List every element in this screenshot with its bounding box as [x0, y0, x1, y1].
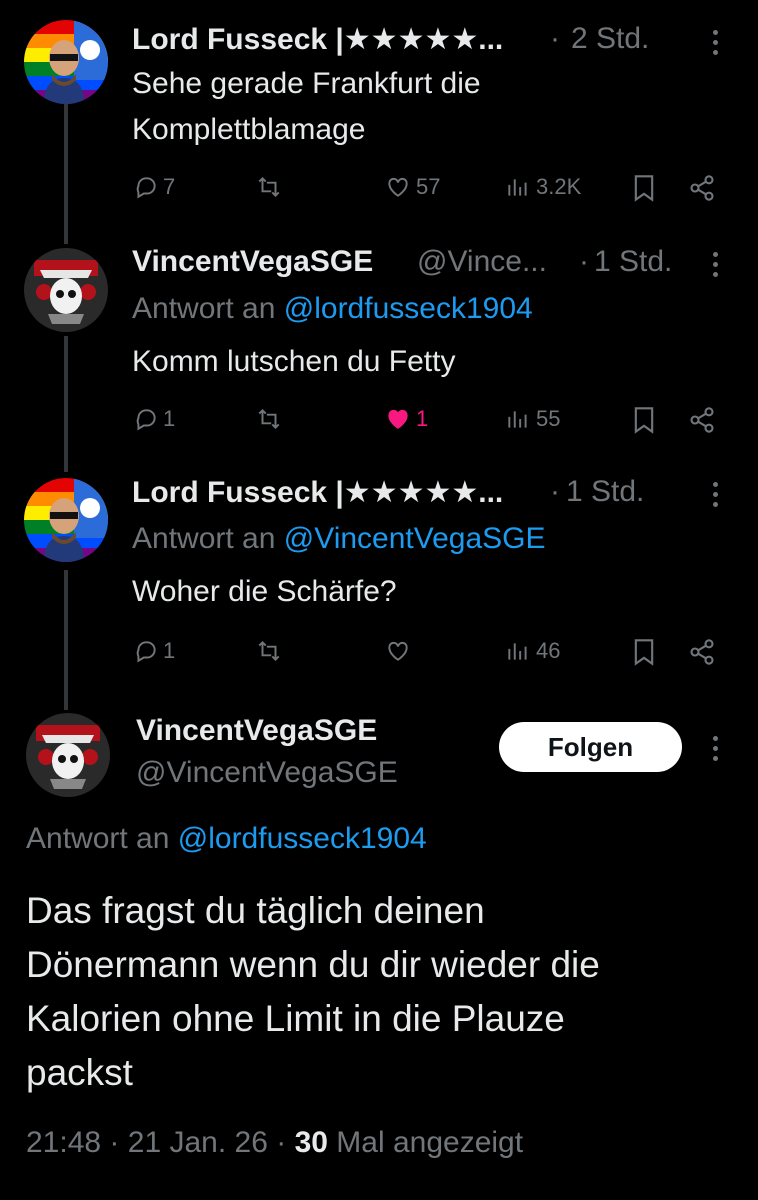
separator: ·	[550, 22, 560, 55]
views-button[interactable]: 55	[504, 406, 560, 432]
share-button[interactable]	[688, 638, 716, 666]
like-button[interactable]: 57	[384, 174, 440, 200]
retweet-icon	[258, 640, 280, 662]
share-icon	[690, 407, 714, 433]
bookmark-icon	[634, 639, 654, 666]
like-icon	[388, 177, 408, 197]
views-button[interactable]: 3.2K	[504, 174, 581, 200]
reply-context: Antwort an @lordfusseck1904	[26, 822, 427, 856]
share-icon	[690, 175, 714, 201]
reply-to-link[interactable]: @lordfusseck1904	[284, 292, 533, 325]
views-count: 3.2K	[536, 174, 582, 199]
bookmark-button[interactable]	[632, 406, 656, 434]
timestamp[interactable]: 2 Std.	[571, 22, 649, 56]
author-name[interactable]: Lord Fusseck |★★★★★...	[132, 475, 503, 510]
views-icon	[508, 643, 527, 660]
tweet-text-line: Das fragst du täglich deinen	[26, 890, 485, 931]
reply-prefix: Antwort an	[26, 822, 170, 855]
reply-to-link[interactable]: @VincentVegaSGE	[284, 522, 546, 555]
retweet-icon	[258, 408, 280, 430]
views-count: 46	[536, 638, 561, 663]
more-icon[interactable]	[713, 252, 719, 277]
like-icon-filled	[388, 409, 408, 429]
like-count: 1	[416, 406, 429, 431]
author-name[interactable]: VincentVegaSGE	[132, 245, 373, 279]
separator: ·	[579, 245, 589, 278]
views-button[interactable]: 46	[504, 638, 560, 664]
like-button[interactable]	[384, 638, 412, 664]
follow-button[interactable]: Folgen	[499, 722, 682, 772]
reply-icon	[136, 409, 156, 431]
tweet-text-line: Kalorien ohne Limit in die Plauze	[26, 998, 565, 1039]
retweet-icon	[258, 176, 280, 198]
like-button[interactable]: 1	[384, 406, 428, 432]
reply-prefix: Antwort an	[132, 522, 276, 555]
share-icon	[690, 639, 714, 665]
bookmark-button[interactable]	[632, 174, 656, 202]
views-label: Mal angezeigt	[336, 1126, 524, 1159]
author-handle[interactable]: @VincentVegaSGE	[136, 756, 398, 790]
author-handle[interactable]: @Vince...	[417, 245, 547, 279]
separator: ·	[109, 1126, 120, 1159]
reply-icon	[136, 177, 156, 199]
share-button[interactable]	[688, 406, 716, 434]
retweet-button[interactable]	[254, 638, 284, 664]
thread-line	[64, 336, 68, 472]
avatar[interactable]	[26, 713, 110, 797]
reply-context: Antwort an @lordfusseck1904	[132, 292, 533, 326]
like-icon	[388, 641, 408, 661]
reply-count: 1	[163, 638, 176, 663]
avatar[interactable]	[24, 478, 108, 562]
retweet-button[interactable]	[254, 406, 284, 432]
reply-prefix: Antwort an	[132, 292, 276, 325]
reply-context: Antwort an @VincentVegaSGE	[132, 522, 546, 556]
bookmark-button[interactable]	[632, 638, 656, 666]
timestamp[interactable]: 1 Std.	[566, 475, 644, 509]
tweet-text-line: Dönermann wenn du dir wieder die	[26, 944, 600, 985]
tweet-text-line: packst	[26, 1052, 133, 1093]
tweet-text-line: Komm lutschen du Fetty	[132, 345, 456, 378]
more-icon[interactable]	[713, 736, 719, 761]
separator: ·	[276, 1126, 287, 1159]
reply-count: 1	[163, 406, 176, 431]
thread-line	[64, 104, 68, 244]
views-icon	[508, 179, 527, 196]
share-button[interactable]	[688, 174, 716, 202]
avatar[interactable]	[24, 248, 108, 332]
avatar[interactable]	[24, 20, 108, 104]
tweet-text-line: Komplettblamage	[132, 113, 366, 146]
views-count: 55	[536, 406, 561, 431]
reply-icon	[136, 641, 156, 663]
more-icon[interactable]	[713, 482, 719, 507]
more-icon[interactable]	[713, 30, 719, 55]
bookmark-icon	[634, 407, 654, 434]
views-icon	[508, 411, 527, 428]
thread-line	[64, 570, 68, 710]
tweet-body: Das fragst du täglich deinen Dönermann w…	[26, 884, 600, 1100]
reply-button[interactable]: 1	[133, 406, 175, 432]
reply-count: 7	[163, 174, 176, 199]
tweet-meta: 21:48 · 21 Jan. 26 · 30 Mal angezeigt	[26, 1126, 523, 1160]
bookmark-icon	[634, 175, 654, 202]
tweet-text-line: Sehe gerade Frankfurt die	[132, 67, 481, 100]
like-count: 57	[416, 174, 441, 199]
tweet-text-line: Woher die Schärfe?	[132, 575, 397, 608]
author-name[interactable]: VincentVegaSGE	[136, 714, 377, 748]
author-name[interactable]: Lord Fusseck |★★★★★...	[132, 22, 503, 57]
timestamp[interactable]: 1 Std.	[594, 245, 672, 279]
timestamp[interactable]: 21:48	[26, 1126, 101, 1159]
reply-button[interactable]: 1	[133, 638, 175, 664]
date[interactable]: 21 Jan. 26	[128, 1126, 268, 1159]
separator: ·	[550, 475, 560, 508]
retweet-button[interactable]	[254, 174, 284, 200]
reply-to-link[interactable]: @lordfusseck1904	[178, 822, 427, 855]
reply-button[interactable]: 7	[133, 174, 175, 200]
views-count: 30	[294, 1126, 328, 1159]
